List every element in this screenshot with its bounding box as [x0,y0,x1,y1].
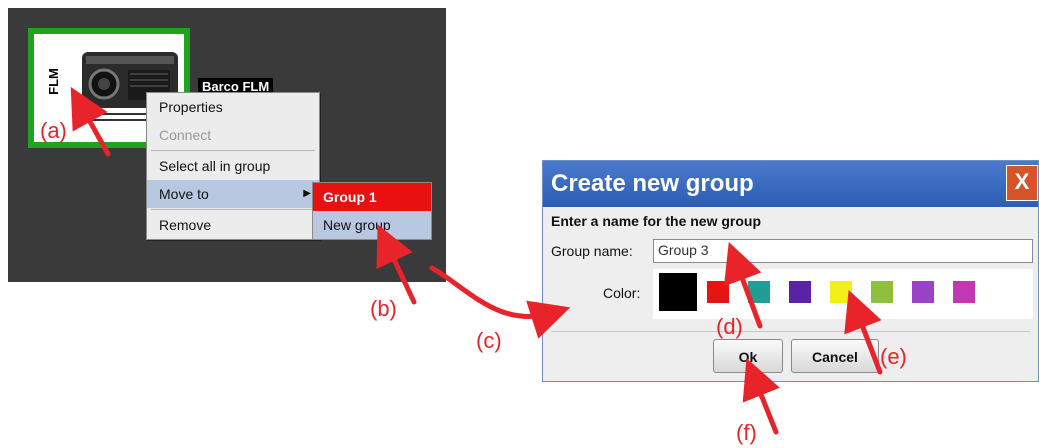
annotation-b: (b) [370,296,397,321]
annotation-f: (f) [736,420,757,445]
arrow-a [70,86,111,157]
annotation-c: (c) [476,328,502,353]
arrow-b [376,224,417,305]
arrow-c [429,265,571,339]
arrow-e [844,289,883,375]
annotation-d: (d) [716,314,743,339]
annotation-e: (e) [880,344,907,369]
annotation-arrows [70,86,883,435]
annotation-a: (a) [40,118,67,143]
